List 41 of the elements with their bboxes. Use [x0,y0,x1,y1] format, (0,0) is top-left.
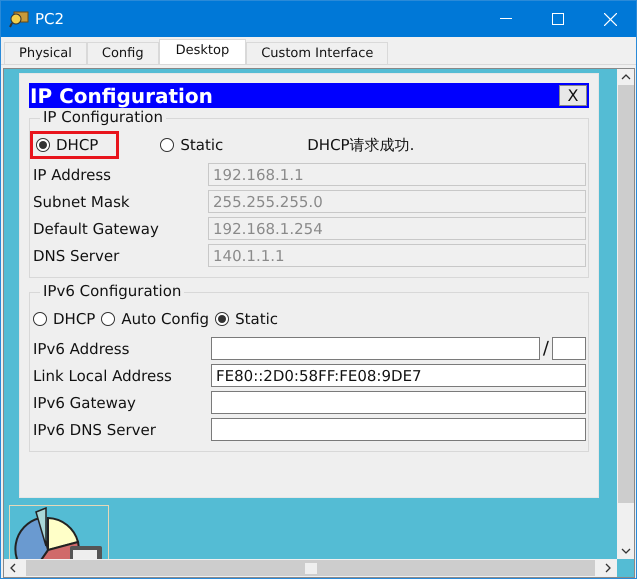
slash-separator: / [542,338,549,359]
maximize-icon[interactable] [552,13,564,25]
field-label: Link Local Address [33,366,173,384]
radio-label[interactable]: DHCP [53,310,96,328]
field-label: DNS Server [33,246,120,264]
group-legend: IP Configuration [40,108,166,126]
radio-button[interactable] [160,138,174,152]
field-label: IPv6 Gateway [33,394,137,412]
field-label: IPv6 DNS Server [33,420,157,438]
input-field[interactable]: FE80::2D0:58FF:FE08:9DE7 [211,364,586,387]
status-message: DHCP请求成功. [307,136,414,154]
input-field[interactable] [211,418,586,441]
field-label: Default Gateway [33,220,160,238]
radio-label[interactable]: Auto Config [121,310,210,328]
tab[interactable]: Custom Interface [246,42,388,64]
group-legend: IPv6 Configuration [40,282,184,300]
radio-label[interactable]: Static [235,310,278,328]
horizontal-scrollbar[interactable] [4,559,617,577]
close-icon[interactable] [604,12,616,26]
vertical-scrollbar[interactable] [617,69,634,559]
field-label: Subnet Mask [33,192,131,210]
radio-button[interactable] [36,138,50,152]
close-button[interactable]: X [559,85,587,106]
field-label: IPv6 Address [33,340,130,358]
tab[interactable]: Config [86,42,159,64]
input-field[interactable] [211,391,586,414]
input-field[interactable] [211,337,540,360]
scroll-thumb[interactable] [304,562,316,574]
radio-button[interactable] [101,312,116,326]
radio-label[interactable]: Static [180,136,224,154]
radio-button[interactable] [33,312,47,326]
minimize-icon[interactable] [500,18,512,20]
tab[interactable]: Physical [4,42,87,64]
prefix-field[interactable] [552,337,586,360]
app-icon [9,10,29,28]
radio-label[interactable]: DHCP [56,136,98,154]
radio-button[interactable] [215,312,230,326]
tab[interactable]: Desktop [158,39,246,64]
field-label: IP Address [33,166,112,184]
window-title: PC2 [35,10,66,28]
dialog-title: IP Configuration [29,84,213,108]
